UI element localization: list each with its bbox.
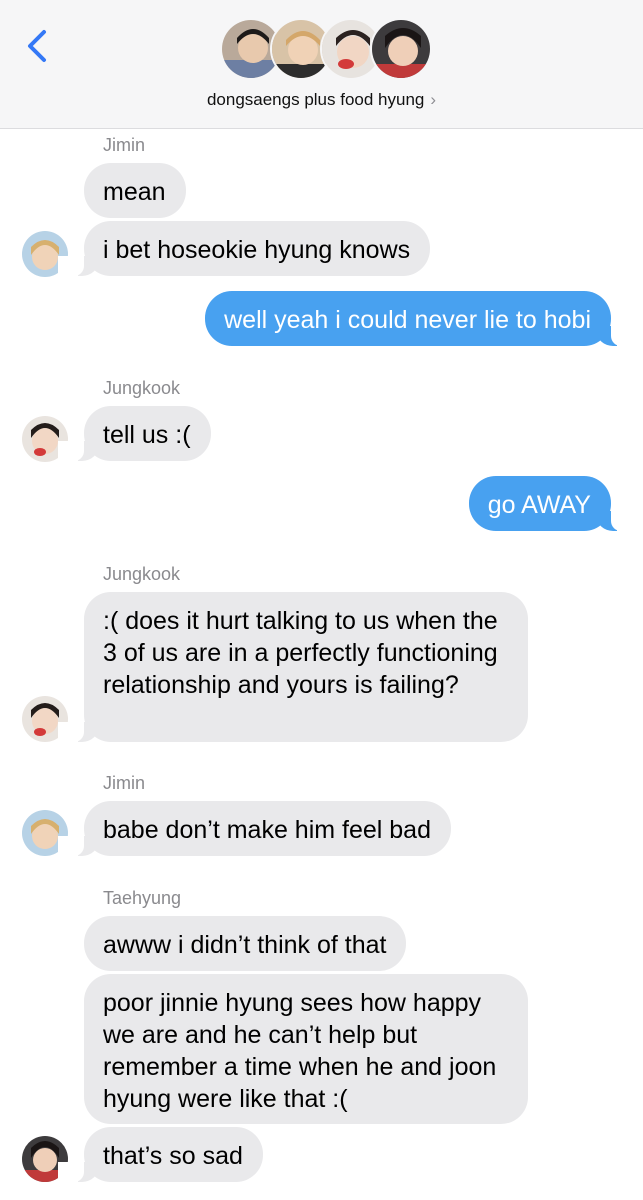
message-text: babe don’t make him feel bad (103, 816, 431, 844)
message-text: well yeah i could never lie to hobi (224, 306, 591, 334)
sender-name: Jungkook (103, 564, 181, 584)
group-avatars[interactable] (220, 18, 432, 84)
message-text: awww i didn’t think of that (103, 931, 387, 959)
message-text: that’s so sad (103, 1142, 243, 1170)
message-text: :( does it hurt talking to us when the 3… (103, 607, 498, 699)
outgoing-message-bubble[interactable]: well yeah i could never lie to hobi (205, 291, 637, 346)
back-chevron-icon[interactable] (22, 26, 52, 66)
conversation-title-text: dongsaengs plus food hyung (206, 90, 425, 109)
message-text: mean (103, 178, 166, 206)
incoming-message-bubble[interactable]: mean (84, 163, 186, 218)
conversation-header: dongsaengs plus food hyung › (0, 0, 643, 129)
incoming-message-bubble[interactable]: tell us :( (58, 406, 211, 461)
message-text: poor jinnie hyung sees how happy we are … (103, 989, 497, 1113)
message-text: go AWAY (487, 491, 591, 519)
message-text: tell us :( (103, 421, 191, 449)
sender-name: Jimin (103, 773, 146, 793)
sender-name: Taehyung (103, 888, 182, 908)
incoming-message-bubble[interactable]: babe don’t make him feel bad (58, 801, 451, 856)
incoming-message-bubble[interactable]: that’s so sad (58, 1127, 263, 1182)
conversation-title[interactable]: dongsaengs plus food hyung › (0, 90, 643, 110)
incoming-message-bubble[interactable]: i bet hoseokie hyung knows (57, 221, 431, 276)
incoming-message-bubble[interactable]: poor jinnie hyung sees how happy we are … (84, 974, 528, 1124)
message-text: i bet hoseokie hyung knows (103, 236, 411, 264)
incoming-message-bubble[interactable]: :( does it hurt talking to us when the 3… (58, 592, 528, 742)
outgoing-message-bubble[interactable]: go AWAY (468, 476, 638, 531)
chevron-right-icon: › (430, 90, 437, 109)
sender-name: Jimin (103, 135, 146, 155)
sender-name: Jungkook (103, 378, 181, 398)
incoming-message-bubble[interactable]: awww i didn’t think of that (84, 916, 407, 971)
group-member-avatar (370, 18, 432, 80)
